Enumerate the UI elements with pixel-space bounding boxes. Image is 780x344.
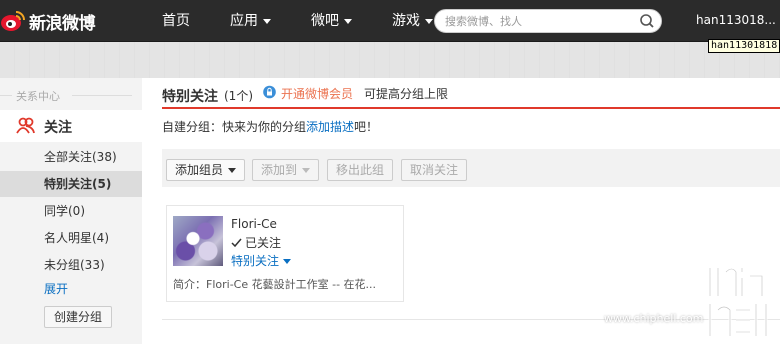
username-tooltip: han11301818 [708,39,780,53]
chevron-down-icon [344,18,352,24]
sidebar-item-special-follows[interactable]: 特别关注(5) [0,171,142,197]
chevron-down-icon [283,259,292,264]
remove-from-group-button[interactable]: 移出此组 [327,159,394,181]
sidebar-item-follow[interactable]: 关注 [0,110,142,142]
nav-item-home[interactable]: 首页 [162,0,190,42]
username-link[interactable]: han113018... [696,13,776,27]
user-name[interactable]: Flori-Ce [231,217,277,231]
vip-upgrade-text: 可提高分组上限 [364,87,449,101]
add-description-link[interactable]: 添加描述 [306,120,354,134]
avatar[interactable] [173,216,223,266]
nav-item-weiba[interactable]: 微吧 [311,0,352,42]
sidebar-item-ungrouped[interactable]: 未分组(33) [0,252,142,278]
add-to-label: 添加到 [261,163,298,177]
add-to-button[interactable]: 添加到 [252,159,320,181]
title-underline [162,107,780,109]
weibo-eye-icon [1,11,25,31]
member-count: (1个) [224,89,253,103]
sidebar-item-classmates[interactable]: 同学(0) [0,198,142,224]
user-card: Flori-Ce 已关注 特别关注 简介：Flori-Ce 花藝設計工作室 --… [166,205,404,302]
divider [72,95,132,96]
chevron-down-icon [228,168,237,173]
sidebar-section-title: 关系中心 [16,90,60,103]
vip-upgrade-link[interactable]: 开通微博会员 [281,85,353,102]
chevron-down-icon [263,18,271,24]
top-nav: 新浪微博 首页 应用 微吧 游戏 han113018... [0,0,780,42]
check-icon [231,238,242,248]
create-group-button[interactable]: 创建分组 [44,306,112,328]
page-title: 特别关注 [162,89,218,105]
nav-item-games[interactable]: 游戏 [392,0,433,42]
action-toolbar: 添加组员 添加到 移出此组 取消关注 [162,149,780,187]
sidebar-follow-label: 关注 [44,120,72,136]
user-intro: 简介：Flori-Ce 花藝設計工作室 -- 在花... [173,278,377,291]
sidebar-item-celebrities[interactable]: 名人明星(4) [0,225,142,251]
sidebar: 关系中心 关注 全部关注(38) 特别关注(5) 同学(0) 名人明星(4) 未… [0,78,142,344]
follow-status: 已关注 [231,234,281,251]
search-icon[interactable] [639,13,655,29]
lock-icon [263,85,276,99]
group-dropdown[interactable]: 特别关注 [231,252,292,269]
chevron-down-icon [302,168,311,173]
group-hint: 自建分组：快来为你的分组添加描述吧！ [162,118,378,135]
search-box [434,9,662,33]
add-member-label: 添加组员 [175,163,224,177]
chevron-down-icon [425,18,433,24]
nav-label: 微吧 [311,13,339,29]
band-pattern [0,42,780,78]
expand-link[interactable]: 展开 [44,280,68,297]
main-panel: 特别关注 (1个) 开通微博会员 可提高分组上限 自建分组：快来为你的分组添加描… [142,78,780,344]
header-band [0,42,780,78]
unfollow-button[interactable]: 取消关注 [401,159,468,181]
follow-status-label: 已关注 [245,236,282,250]
nav-label: 游戏 [392,13,420,29]
nav-label: 首页 [162,13,190,29]
divider [0,95,12,96]
weibo-logo[interactable]: 新浪微博 [0,6,96,36]
nav-item-apps[interactable]: 应用 [230,0,271,42]
chiphell-watermark-icon [708,267,768,336]
nav-label: 应用 [230,13,258,29]
watermark-text: www.chiphell.com [604,312,704,325]
follow-people-icon [16,117,35,134]
search-input[interactable] [445,13,625,29]
group-dropdown-label: 特别关注 [231,254,280,268]
hint-suffix: 吧！ [354,120,379,134]
sidebar-item-all-follows[interactable]: 全部关注(38) [0,144,142,170]
hint-prefix: 自建分组：快来为你的分组 [162,120,307,134]
add-member-button[interactable]: 添加组员 [166,159,246,181]
nav-links: 首页 应用 微吧 游戏 [162,0,473,42]
logo-text: 新浪微博 [29,13,96,34]
